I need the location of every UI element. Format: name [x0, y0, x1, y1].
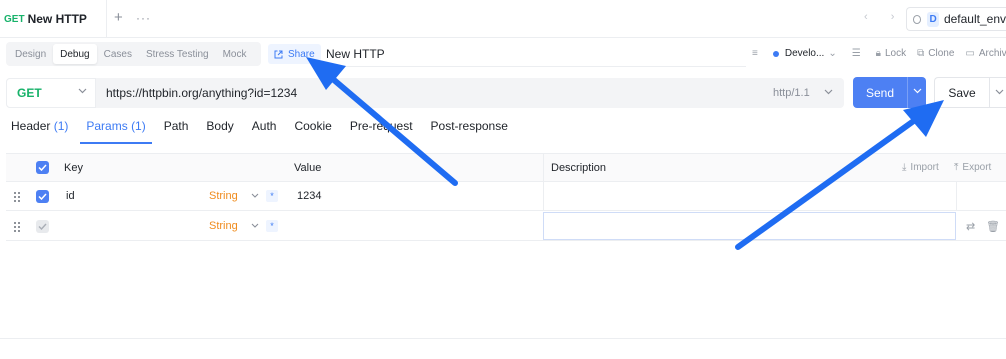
tab-params[interactable]: Params (1) — [80, 119, 153, 144]
clone-icon: ⧉ — [917, 48, 925, 59]
import-icon: ⤓ — [902, 162, 907, 173]
environment-settings-icon[interactable] — [913, 14, 922, 24]
tab-title: New HTTP — [27, 12, 87, 26]
tab-method: GET — [4, 13, 25, 25]
chevron-down-icon — [251, 193, 259, 198]
mode-bar: Design Debug Cases Stress Testing Mock S… — [0, 38, 1006, 70]
column-key: Key — [64, 162, 83, 174]
required-icon[interactable]: * — [266, 190, 278, 202]
params-table: Key Value Description ⤓ Import ⤒ Export id… — [6, 153, 1006, 241]
tab-bar: GET New HTTP + ··· ‹ › D default_env — [0, 0, 1006, 38]
param-key[interactable]: id — [66, 190, 75, 202]
method-value: GET — [17, 86, 42, 100]
archive-button[interactable]: ▭Archive — [965, 48, 1006, 59]
tab-path[interactable]: Path — [164, 119, 189, 143]
tab-cookie[interactable]: Cookie — [294, 119, 331, 143]
chevron-down-icon — [824, 89, 833, 95]
more-tabs-icon[interactable]: ··· — [136, 11, 151, 25]
export-button[interactable]: ⤒ Export — [954, 162, 991, 173]
drag-handle-icon[interactable] — [14, 222, 22, 232]
column-divider — [543, 182, 544, 210]
mode-debug[interactable]: Debug — [53, 44, 97, 64]
tab-pre-request[interactable]: Pre-request — [350, 119, 413, 143]
request-tab[interactable]: GET New HTTP — [0, 0, 107, 38]
import-button[interactable]: ⤓ Import — [902, 162, 939, 173]
drag-handle-icon[interactable] — [14, 192, 22, 202]
environment-dropdown[interactable]: Develo... ⌄ — [772, 48, 841, 59]
select-all-checkbox[interactable] — [36, 161, 49, 174]
tab-post-response[interactable]: Post-response — [431, 119, 508, 143]
send-label: Send — [865, 85, 895, 100]
required-icon[interactable]: * — [266, 220, 278, 232]
column-divider — [956, 182, 957, 210]
url-input[interactable]: https://httpbin.org/anything?id=1234 — [106, 86, 297, 100]
tab-auth[interactable]: Auth — [252, 119, 277, 143]
mode-segmented-control: Design Debug Cases Stress Testing Mock — [6, 42, 261, 66]
mode-cases[interactable]: Cases — [97, 44, 139, 64]
save-label: Save — [948, 85, 976, 100]
environment-selector[interactable]: D default_env — [906, 7, 1006, 31]
param-value[interactable]: 1234 — [297, 190, 321, 202]
clone-button[interactable]: ⧉ Clone — [917, 48, 954, 59]
list-icon[interactable]: ☰ — [852, 48, 865, 59]
http-version-select[interactable]: http/1.1 — [773, 87, 810, 99]
chevron-down-icon — [78, 88, 87, 94]
share-button[interactable]: Share — [268, 44, 321, 64]
lock-icon: 🔒︎ — [875, 48, 881, 59]
panel-divider — [0, 338, 1006, 339]
export-icon: ⤒ — [954, 162, 959, 173]
mode-stress-testing[interactable]: Stress Testing — [139, 44, 216, 64]
table-header: Key Value Description ⤓ Import ⤒ Export — [6, 154, 1006, 182]
row-checkbox[interactable] — [36, 220, 49, 233]
send-divider — [907, 77, 908, 108]
request-tabs: Header (1) Params (1) Path Body Auth Coo… — [11, 119, 526, 144]
archive-icon: ▭ — [965, 48, 975, 59]
environment-name: default_env — [943, 12, 1006, 26]
env-dot-icon — [772, 50, 779, 57]
row-checkbox[interactable] — [36, 190, 49, 203]
save-divider — [989, 78, 990, 107]
column-value: Value — [294, 162, 322, 174]
mode-design[interactable]: Design — [8, 44, 53, 64]
add-tab-icon[interactable]: + — [114, 10, 123, 26]
send-options-icon[interactable] — [913, 88, 922, 94]
send-button[interactable]: Send — [853, 77, 926, 108]
chevron-down-icon — [251, 223, 259, 228]
swap-icon[interactable]: ⇄ — [966, 220, 975, 233]
description-input[interactable] — [543, 212, 956, 240]
column-divider — [543, 154, 544, 181]
format-icon[interactable]: ≡ — [752, 48, 762, 59]
mode-mock[interactable]: Mock — [216, 44, 254, 64]
param-type[interactable]: String — [209, 190, 238, 202]
tab-header[interactable]: Header (1) — [11, 119, 68, 143]
table-row: id String * 1234 — [6, 182, 1006, 211]
url-bar: GET https://httpbin.org/anything?id=1234… — [6, 78, 844, 108]
save-options-icon[interactable] — [995, 89, 1004, 95]
lock-button[interactable]: 🔒︎ Lock — [876, 48, 906, 59]
tab-body[interactable]: Body — [206, 119, 233, 143]
share-icon — [274, 50, 283, 58]
method-select[interactable]: GET — [6, 78, 96, 108]
request-name-input[interactable]: New HTTP — [326, 47, 385, 61]
toolbar: ≡ Develo...⌄ ☰ 🔒︎Lock ⧉Clone ▭Archive — [752, 48, 1006, 59]
column-description: Description — [551, 162, 607, 174]
table-row: String * ⇄ 🗑︎ — [6, 212, 1006, 241]
share-label: Share — [288, 48, 315, 60]
param-type[interactable]: String — [209, 220, 238, 232]
save-button[interactable]: Save — [934, 77, 1006, 108]
delete-icon[interactable]: 🗑︎ — [986, 220, 1000, 233]
request-name-divider — [322, 66, 746, 67]
tab-nav-arrows-icon[interactable]: ‹ › — [864, 11, 904, 23]
environment-badge: D — [927, 11, 939, 27]
